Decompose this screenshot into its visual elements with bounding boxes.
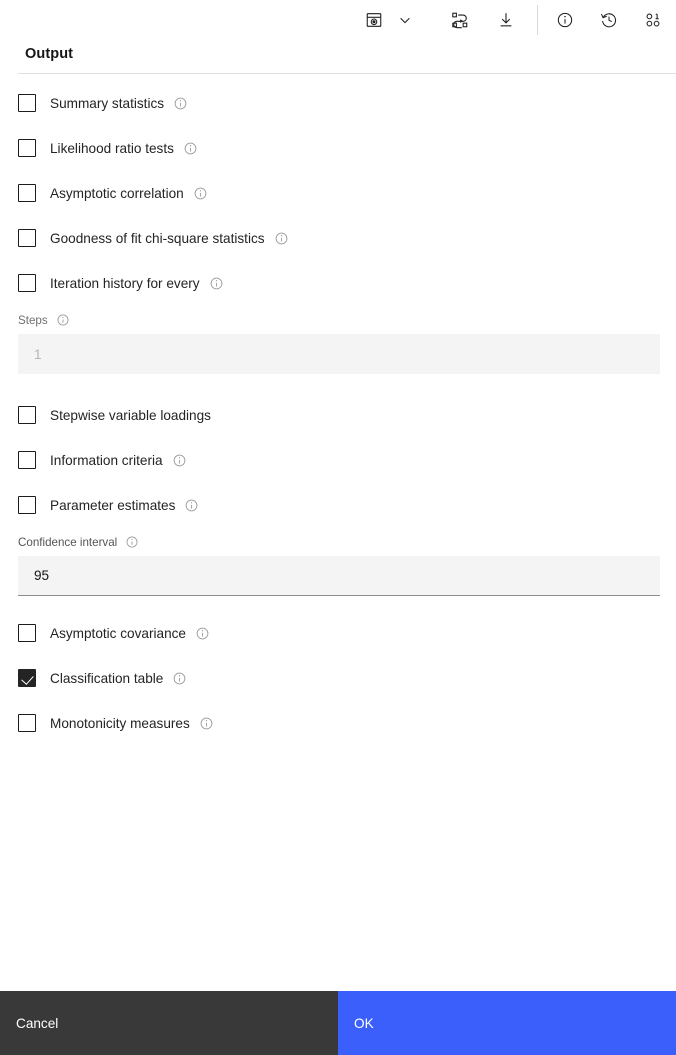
- steps-field-block: Steps 1: [0, 313, 676, 374]
- checkbox-iteration-history[interactable]: [18, 274, 36, 292]
- checkbox-summary-statistics[interactable]: [18, 94, 36, 112]
- checkbox-asymptotic-correlation[interactable]: [18, 184, 36, 202]
- confidence-interval-label: Confidence interval: [18, 535, 660, 549]
- option-label: Parameter estimates: [50, 497, 176, 513]
- save-view-icon[interactable]: [357, 3, 391, 37]
- info-icon[interactable]: [193, 186, 208, 201]
- options-list: Summary statistics Likelihood ratio test…: [0, 74, 676, 991]
- option-label: Information criteria: [50, 452, 163, 468]
- label-text: Confidence interval: [18, 535, 118, 549]
- option-row-stepwise-variable-loadings[interactable]: Stepwise variable loadings: [0, 400, 676, 430]
- option-label: Asymptotic covariance: [50, 625, 186, 641]
- option-label: Likelihood ratio tests: [50, 140, 174, 156]
- checkbox-parameter-estimates[interactable]: [18, 496, 36, 514]
- chevron-down-icon[interactable]: [391, 3, 419, 37]
- checkbox-monotonicity-measures[interactable]: [18, 714, 36, 732]
- steps-field-label: Steps: [18, 313, 660, 327]
- option-row-summary-statistics[interactable]: Summary statistics: [0, 88, 676, 118]
- option-row-monotonicity-measures[interactable]: Monotonicity measures: [0, 708, 676, 738]
- download-icon[interactable]: [489, 3, 523, 37]
- option-row-parameter-estimates[interactable]: Parameter estimates: [0, 490, 676, 520]
- option-row-likelihood-ratio-tests[interactable]: Likelihood ratio tests: [0, 133, 676, 163]
- checkbox-asymptotic-covariance[interactable]: [18, 624, 36, 642]
- label-text: Steps: [18, 313, 48, 327]
- steps-input[interactable]: 1: [18, 334, 660, 374]
- info-icon[interactable]: [184, 498, 199, 513]
- option-label: Summary statistics: [50, 95, 165, 111]
- option-label: Classification table: [50, 670, 164, 686]
- info-icon[interactable]: [56, 313, 70, 327]
- info-icon[interactable]: [172, 671, 187, 686]
- toolbar-separator: [537, 5, 538, 35]
- option-label: Asymptotic correlation: [50, 185, 184, 201]
- confidence-interval-field-block: Confidence interval 95: [0, 535, 676, 596]
- option-label: Monotonicity measures: [50, 715, 190, 731]
- option-row-asymptotic-correlation[interactable]: Asymptotic correlation: [0, 178, 676, 208]
- info-icon[interactable]: [173, 96, 188, 111]
- option-label: Stepwise variable loadings: [50, 407, 211, 423]
- checkbox-information-criteria[interactable]: [18, 451, 36, 469]
- option-row-iteration-history[interactable]: Iteration history for every: [0, 268, 676, 298]
- checkbox-classification-table[interactable]: [18, 669, 36, 687]
- option-label: Iteration history for every: [50, 275, 200, 291]
- confidence-interval-input[interactable]: 95: [18, 556, 660, 596]
- dialog-footer: Cancel OK: [0, 991, 676, 1055]
- checkbox-goodness-of-fit[interactable]: [18, 229, 36, 247]
- toolbar-right-group: [548, 3, 670, 37]
- option-label: Goodness of fit chi-square statistics: [50, 230, 265, 246]
- page-title: Output: [25, 46, 74, 62]
- info-icon[interactable]: [209, 276, 224, 291]
- info-icon[interactable]: [183, 141, 198, 156]
- option-row-information-criteria[interactable]: Information criteria: [0, 445, 676, 475]
- info-icon[interactable]: [199, 716, 214, 731]
- cancel-button[interactable]: Cancel: [0, 991, 338, 1055]
- info-icon[interactable]: [172, 453, 187, 468]
- option-row-goodness-of-fit[interactable]: Goodness of fit chi-square statistics: [0, 223, 676, 253]
- info-icon[interactable]: [274, 231, 289, 246]
- info-icon[interactable]: [195, 626, 210, 641]
- top-toolbar: [0, 0, 676, 40]
- checkbox-likelihood-ratio-tests[interactable]: [18, 139, 36, 157]
- info-icon[interactable]: [548, 3, 582, 37]
- info-icon[interactable]: [125, 535, 139, 549]
- toolbar-left-group: [357, 3, 523, 37]
- ok-button[interactable]: OK: [338, 991, 676, 1055]
- variables-icon[interactable]: [636, 3, 670, 37]
- checkbox-stepwise-variable-loadings[interactable]: [18, 406, 36, 424]
- option-row-asymptotic-covariance[interactable]: Asymptotic covariance: [0, 618, 676, 648]
- history-icon[interactable]: [592, 3, 626, 37]
- transform-variable-icon[interactable]: [443, 3, 477, 37]
- output-options-dialog: Output Summary statistics Likelihood rat…: [0, 0, 676, 1055]
- option-row-classification-table[interactable]: Classification table: [0, 663, 676, 693]
